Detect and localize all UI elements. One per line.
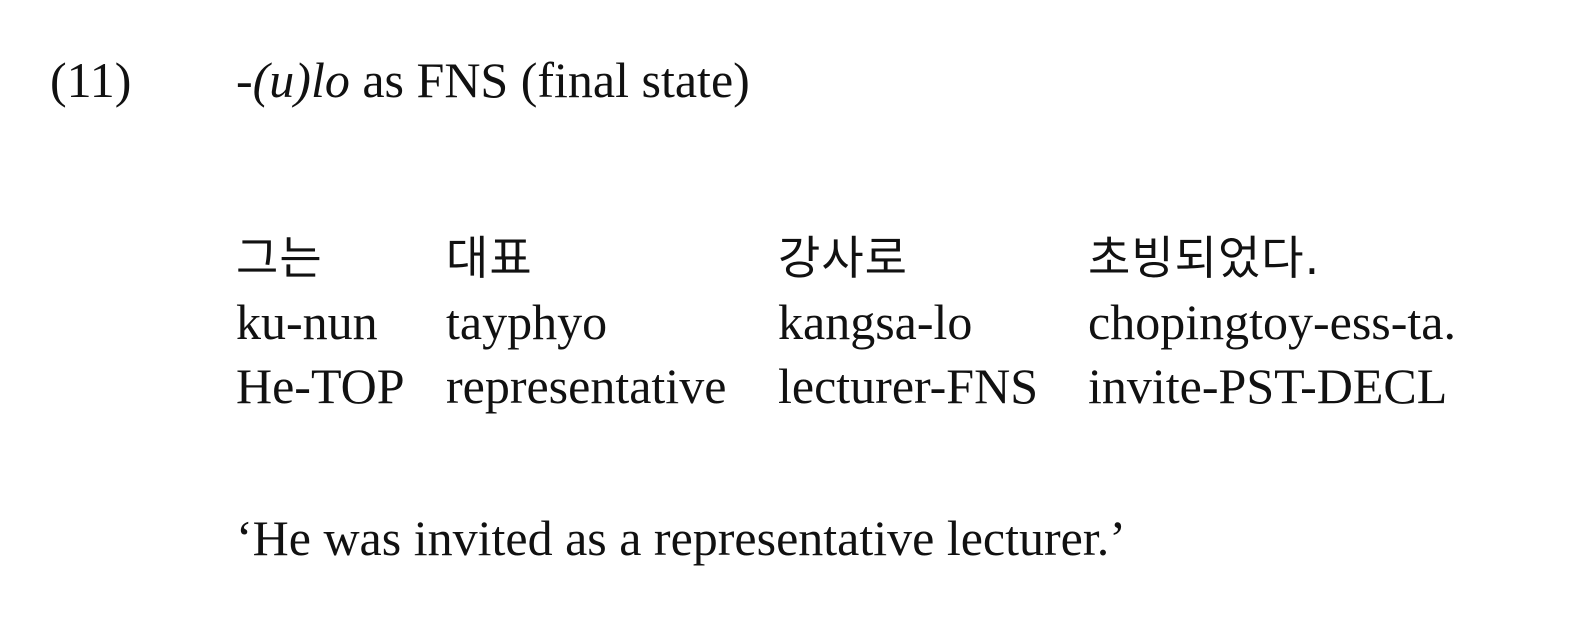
hangul-word: 대표 [446, 231, 533, 285]
hangul-word: 초빙되었다. [1088, 231, 1321, 285]
morpheme-gloss: lecturer-FNS [778, 358, 1039, 414]
gloss-word-1: 그는 ku-nun He-TOP [236, 226, 405, 418]
morpheme-gloss: He-TOP [236, 358, 405, 414]
gloss-word-2: 대표 tayphyo representative [446, 226, 726, 418]
example-title: -(u)lo as FNS (final state) [236, 50, 750, 110]
morpheme-gloss: representative [446, 358, 727, 414]
free-translation: ‘He was invited as a representative lect… [236, 510, 1126, 566]
gloss-word-3: 강사로 kangsa-lo lecturer-FNS [778, 226, 1038, 418]
romanization: tayphyo [446, 294, 608, 350]
gloss-word-4: 초빙되었다. chopingtoy-ess-ta. invite-PST-DEC… [1088, 226, 1456, 418]
hangul-word: 강사로 [778, 231, 908, 285]
romanization: chopingtoy-ess-ta. [1088, 294, 1456, 350]
romanization: ku-nun [236, 294, 378, 350]
title-prefix: - [236, 52, 253, 108]
title-morpheme: (u)lo [252, 52, 350, 108]
example-number: (11) [50, 52, 132, 108]
hangul-word: 그는 [236, 231, 323, 285]
linguistic-example: (11) -(u)lo as FNS (final state) 그는 ku-n… [0, 0, 1582, 624]
romanization: kangsa-lo [778, 294, 973, 350]
title-rest: as FNS (final state) [349, 52, 750, 108]
morpheme-gloss: invite-PST-DECL [1088, 358, 1448, 414]
